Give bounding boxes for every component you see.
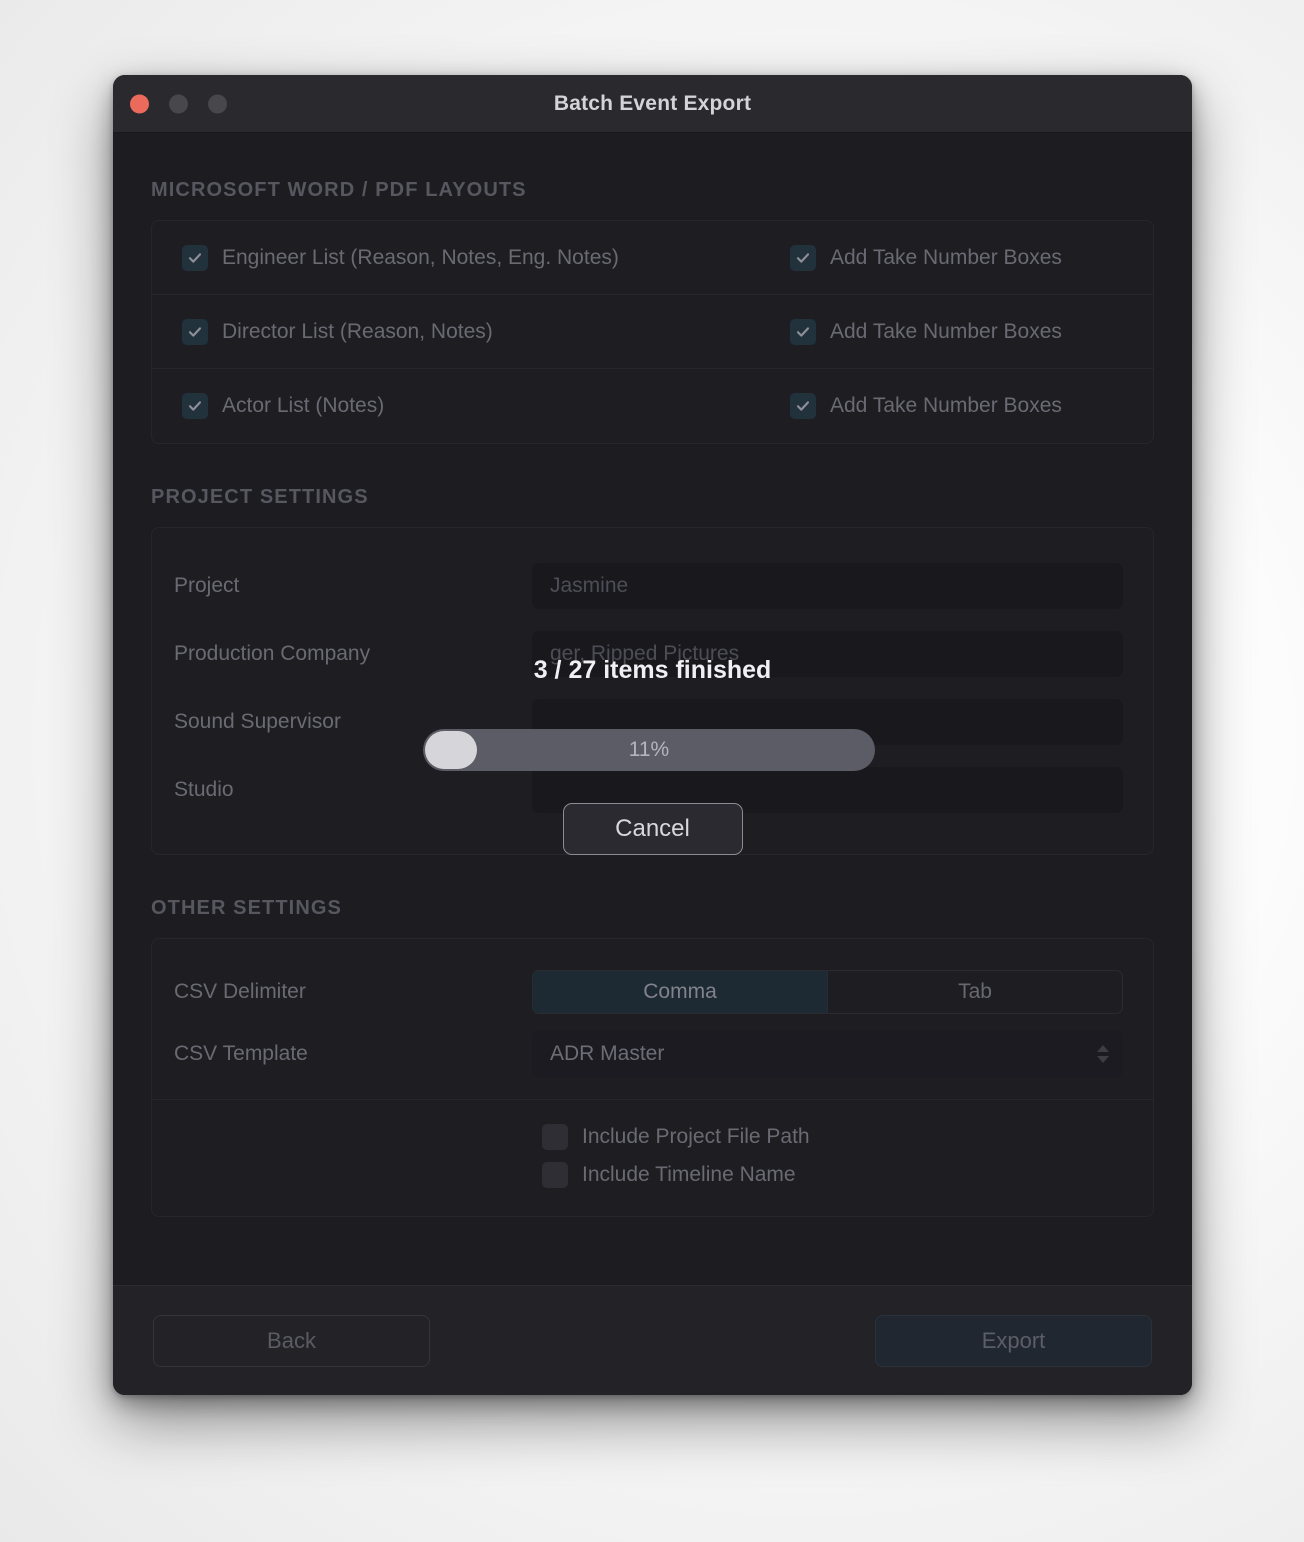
csv-delimiter-option-comma[interactable]: Comma — [533, 971, 827, 1013]
window-title: Batch Event Export — [553, 91, 752, 115]
check-icon[interactable] — [790, 393, 816, 419]
director-take-boxes-label: Add Take Number Boxes — [830, 319, 1062, 343]
director-take-boxes-checkbox-cell[interactable]: Add Take Number Boxes — [790, 318, 1123, 345]
csv-template-row: CSV Template ADR Master — [174, 1023, 1123, 1085]
director-list-label: Director List (Reason, Notes) — [222, 319, 493, 343]
check-icon[interactable] — [790, 318, 816, 345]
minimize-button-icon[interactable] — [169, 94, 188, 113]
cancel-button[interactable]: Cancel — [562, 803, 743, 855]
check-icon[interactable] — [182, 318, 208, 345]
include-project-file-path-label: Include Project File Path — [582, 1125, 810, 1148]
include-timeline-name-label: Include Timeline Name — [582, 1163, 796, 1186]
dialog-body: MICROSOFT WORD / PDF LAYOUTS Engineer Li… — [113, 133, 1192, 1285]
csv-delimiter-option-tab[interactable]: Tab — [827, 971, 1122, 1013]
dialog-footer: Back Export — [113, 1285, 1192, 1395]
section-heading-other-settings: OTHER SETTINGS — [151, 897, 342, 919]
studio-label: Studio — [174, 778, 234, 801]
layout-row-engineer: Engineer List (Reason, Notes, Eng. Notes… — [152, 221, 1153, 295]
csv-delimiter-label: CSV Delimiter — [174, 980, 306, 1003]
engineer-take-boxes-label: Add Take Number Boxes — [830, 245, 1062, 269]
maximize-button-icon[interactable] — [208, 94, 227, 113]
check-icon[interactable] — [182, 244, 208, 271]
word-pdf-panel: Engineer List (Reason, Notes, Eng. Notes… — [151, 220, 1154, 444]
include-project-file-path-cell[interactable]: Include Project File Path — [542, 1124, 1153, 1150]
engineer-list-label: Engineer List (Reason, Notes, Eng. Notes… — [222, 245, 619, 269]
title-bar: Batch Event Export — [113, 75, 1192, 133]
actor-list-label: Actor List (Notes) — [222, 394, 385, 417]
actor-list-checkbox-cell[interactable]: Actor List (Notes) — [182, 393, 790, 419]
other-settings-form: CSV Delimiter Comma Tab CSV Template ADR… — [152, 939, 1153, 1093]
include-timeline-name-cell[interactable]: Include Timeline Name — [542, 1162, 1153, 1188]
director-list-checkbox-cell[interactable]: Director List (Reason, Notes) — [182, 318, 790, 345]
production-company-label: Production Company — [174, 642, 371, 665]
production-company-input[interactable]: ger, Ripped Pictures — [532, 631, 1123, 677]
back-button[interactable]: Back — [153, 1314, 430, 1367]
actor-take-boxes-label: Add Take Number Boxes — [830, 394, 1062, 417]
sound-supervisor-input[interactable] — [532, 699, 1123, 745]
section-heading-project-settings: PROJECT SETTINGS — [151, 486, 369, 508]
other-settings-panel: CSV Delimiter Comma Tab CSV Template ADR… — [151, 938, 1154, 1217]
csv-template-value: ADR Master — [550, 1042, 665, 1065]
layout-row-director: Director List (Reason, Notes) Add Take N… — [152, 295, 1153, 369]
engineer-take-boxes-checkbox-cell[interactable]: Add Take Number Boxes — [790, 244, 1123, 271]
chevron-down-icon[interactable] — [1097, 1056, 1109, 1063]
project-row: Project Jasmine — [174, 552, 1123, 620]
check-icon[interactable] — [182, 393, 208, 419]
csv-delimiter-segmented-control: Comma Tab — [532, 970, 1123, 1014]
stepper-arrows-icon[interactable] — [1097, 1045, 1109, 1063]
engineer-list-checkbox-cell[interactable]: Engineer List (Reason, Notes, Eng. Notes… — [182, 244, 790, 271]
traffic-light-group — [130, 94, 227, 113]
check-icon[interactable] — [790, 244, 816, 271]
chevron-up-icon[interactable] — [1097, 1045, 1109, 1052]
batch-event-export-window: Batch Event Export MICROSOFT WORD / PDF … — [113, 75, 1192, 1395]
project-label: Project — [174, 574, 240, 597]
sound-supervisor-row: Sound Supervisor — [174, 688, 1123, 756]
actor-take-boxes-checkbox-cell[interactable]: Add Take Number Boxes — [790, 393, 1123, 419]
empty-checkbox-icon[interactable] — [542, 1162, 568, 1188]
close-button-icon[interactable] — [130, 94, 149, 113]
export-button[interactable]: Export — [875, 1314, 1152, 1367]
other-settings-toggles: Include Project File Path Include Timeli… — [152, 1100, 1153, 1216]
csv-template-select[interactable]: ADR Master — [532, 1031, 1123, 1077]
project-input[interactable]: Jasmine — [532, 563, 1123, 609]
layout-row-actor: Actor List (Notes) Add Take Number Boxes — [152, 369, 1153, 443]
csv-delimiter-row: CSV Delimiter Comma Tab — [174, 961, 1123, 1023]
sound-supervisor-label: Sound Supervisor — [174, 710, 341, 733]
section-heading-word-pdf: MICROSOFT WORD / PDF LAYOUTS — [151, 179, 527, 201]
csv-template-label: CSV Template — [174, 1042, 308, 1065]
empty-checkbox-icon[interactable] — [542, 1124, 568, 1150]
production-company-row: Production Company ger, Ripped Pictures — [174, 620, 1123, 688]
